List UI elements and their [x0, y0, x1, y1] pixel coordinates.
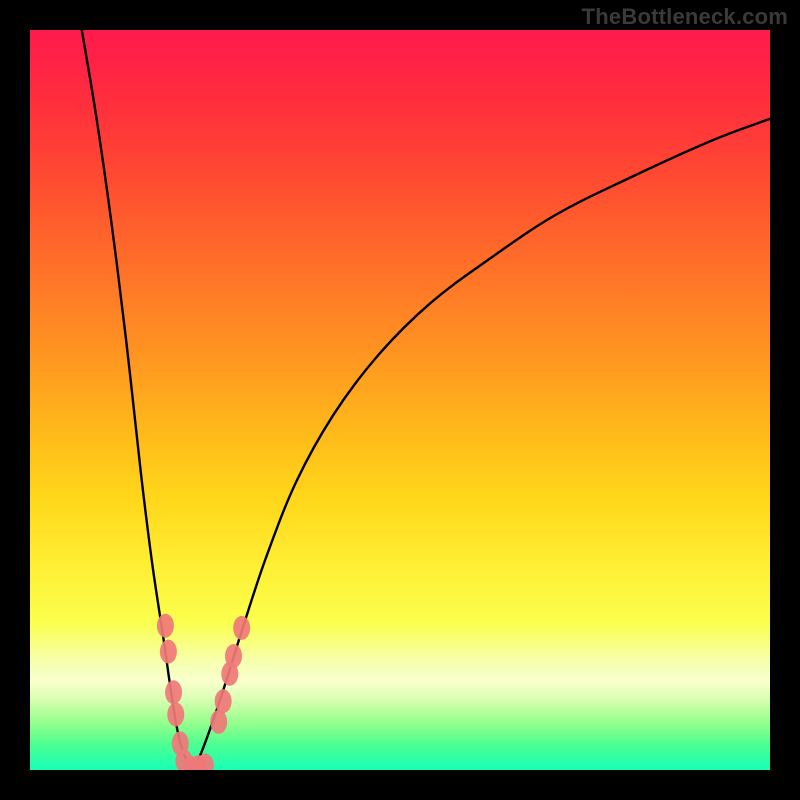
- data-point: [160, 640, 177, 664]
- data-point: [165, 680, 182, 704]
- data-point: [210, 710, 227, 734]
- data-point: [215, 689, 232, 713]
- curve-layer: [30, 30, 770, 770]
- data-point: [225, 644, 242, 668]
- bottleneck-curve-right-branch: [193, 119, 770, 770]
- data-point: [167, 703, 184, 727]
- data-point: [233, 616, 250, 640]
- plot-area: [30, 30, 770, 770]
- chart-frame: TheBottleneck.com: [0, 0, 800, 800]
- watermark-text: TheBottleneck.com: [582, 4, 788, 30]
- data-point: [157, 614, 174, 638]
- bottleneck-curve-left-branch: [82, 30, 193, 770]
